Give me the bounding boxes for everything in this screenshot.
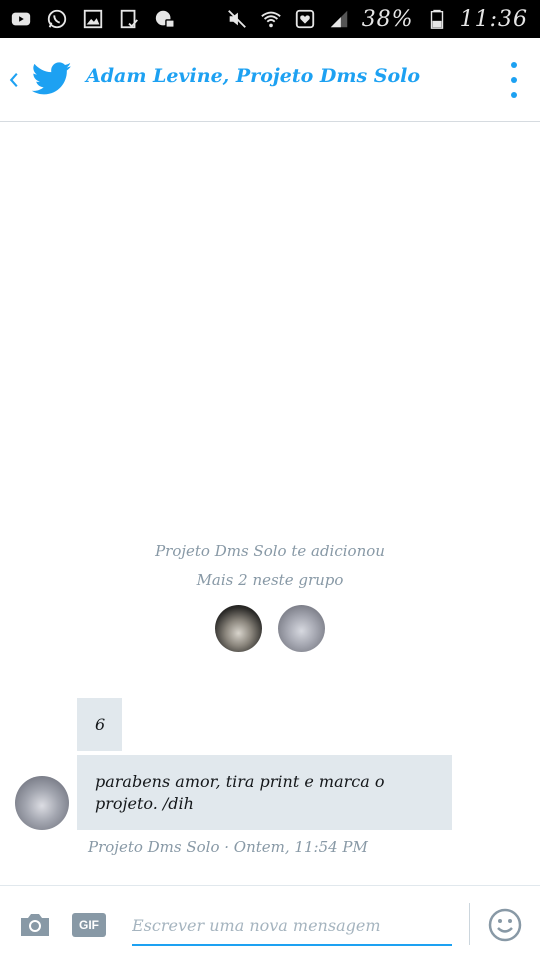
group-members [0,605,540,652]
gif-button[interactable]: GIF [72,913,106,937]
whatsapp-icon [46,8,68,30]
battery-icon [426,8,448,30]
message-meta: Projeto Dms Solo · Ontem, 11:54 PM [88,838,368,856]
sender-avatar[interactable] [15,776,69,830]
heart-icon [294,8,316,30]
message-bubble[interactable]: 6 [77,698,122,751]
message-composer: GIF [0,885,540,960]
emoji-icon[interactable] [488,908,522,942]
system-icons: 38% 11:36 [226,0,528,38]
avatar[interactable] [278,605,325,652]
divider [469,903,470,945]
conversation-title[interactable]: Adam Levine, Projeto Dms Solo [86,65,420,87]
twitter-bird-icon [31,62,72,96]
clock: 11:36 [459,6,528,32]
clipboard-icon [118,8,140,30]
battery-percent: 38% [361,6,414,32]
vpn-icon [154,8,176,30]
notification-icons [10,0,176,38]
status-bar: 38% 11:36 [0,0,540,38]
gallery-icon [82,8,104,30]
wifi-icon [260,8,282,30]
signal-icon [328,8,350,30]
camera-icon[interactable] [18,911,52,939]
more-options-icon[interactable] [504,62,524,98]
message-input[interactable] [132,906,452,946]
back-chevron-icon[interactable] [4,65,24,95]
more-members-notice: Mais 2 neste grupo [196,571,344,589]
mute-icon [226,8,248,30]
avatar[interactable] [215,605,262,652]
youtube-icon [10,8,32,30]
message-bubble[interactable]: parabens amor, tira print e marca o proj… [77,755,452,830]
conversation-header: Adam Levine, Projeto Dms Solo [0,38,540,122]
added-notice: Projeto Dms Solo te adicionou [155,542,385,560]
